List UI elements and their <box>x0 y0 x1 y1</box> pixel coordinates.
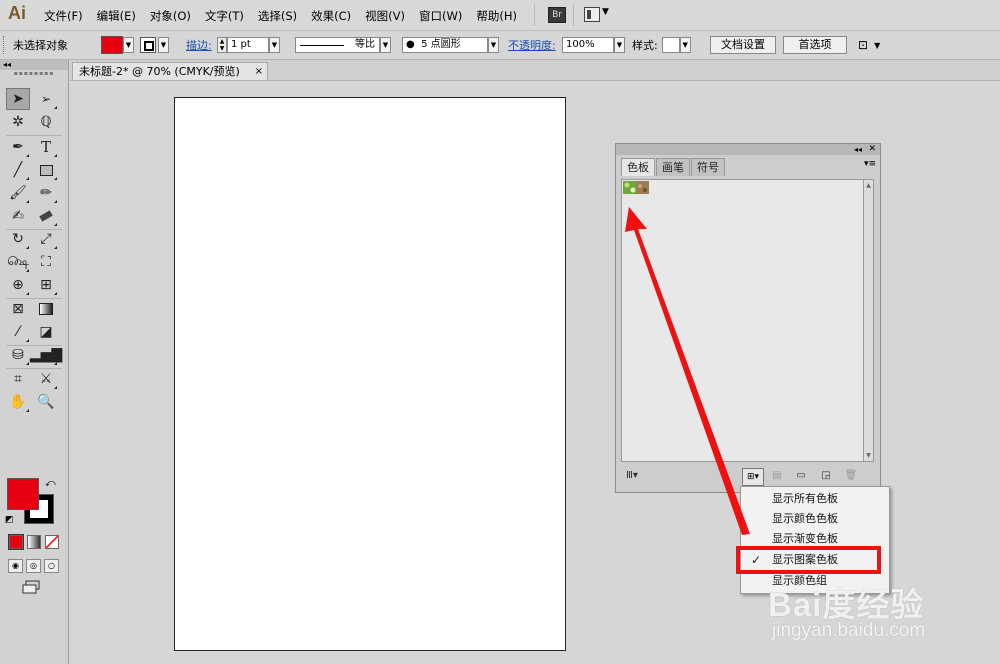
watermark-brand: Bai度经验 <box>768 586 925 623</box>
watermark-url: jingyan.baidu.com <box>772 620 926 641</box>
arrow-shape <box>625 207 750 535</box>
arrow-annotation <box>625 207 750 535</box>
watermark: Bai度经验 jingyan.baidu.com <box>760 578 996 658</box>
fill-color-box-front[interactable] <box>7 478 39 510</box>
